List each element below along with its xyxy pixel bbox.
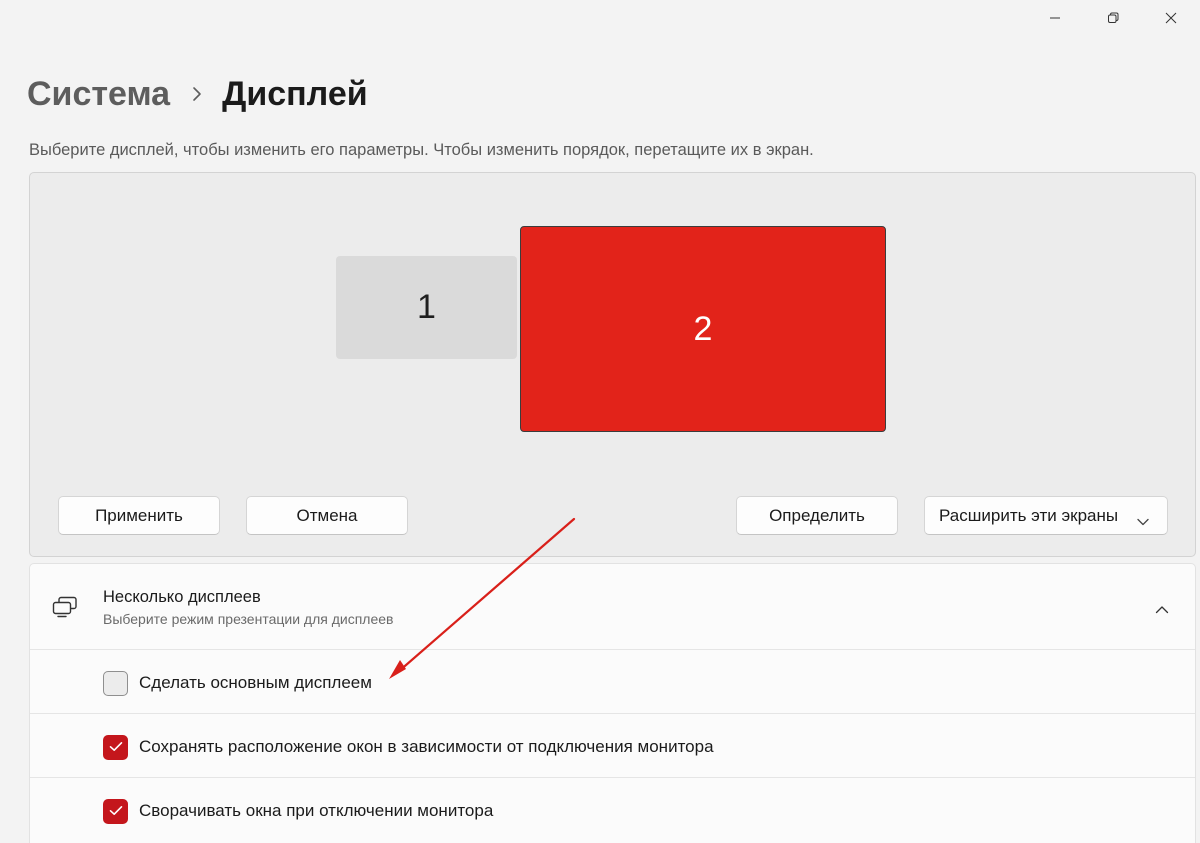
close-button[interactable]	[1142, 0, 1200, 36]
cancel-button[interactable]: Отмена	[246, 496, 408, 535]
monitor-1-label: 1	[417, 288, 436, 326]
minimize-icon	[1049, 12, 1061, 24]
minimize-button[interactable]	[1026, 0, 1084, 36]
checkmark-icon	[109, 803, 123, 821]
chevron-up-icon[interactable]	[1151, 598, 1173, 620]
monitors-icon	[52, 596, 78, 623]
breadcrumb: Система Дисплей	[27, 72, 368, 116]
multiple-displays-title: Несколько дисплеев	[103, 588, 261, 606]
checkmark-icon	[109, 739, 123, 757]
identify-button[interactable]: Определить	[736, 496, 898, 535]
make-primary-checkbox[interactable]	[103, 671, 128, 696]
chevron-right-icon	[192, 86, 202, 102]
remember-window-locations-checkbox[interactable]	[103, 735, 128, 760]
make-primary-label: Сделать основным дисплеем	[139, 673, 372, 692]
monitor-2[interactable]: 2	[520, 226, 886, 432]
arrangement-hint: Выберите дисплей, чтобы изменить его пар…	[29, 141, 814, 159]
chevron-down-icon	[1137, 511, 1149, 531]
breadcrumb-parent-link[interactable]: Система	[27, 75, 170, 114]
minimize-on-disconnect-label: Сворачивать окна при отключении монитора	[139, 801, 494, 820]
page-title: Дисплей	[222, 74, 368, 113]
display-arrangement-panel: 1 2 Применить Отмена Определить Расширит…	[29, 172, 1196, 557]
minimize-on-disconnect-checkbox[interactable]	[103, 799, 128, 824]
remember-window-locations-label: Сохранять расположение окон в зависимост…	[139, 737, 714, 756]
monitor-2-label: 2	[693, 309, 713, 348]
close-icon	[1165, 12, 1177, 24]
restore-icon	[1107, 12, 1119, 24]
display-mode-value: Расширить эти экраны	[939, 505, 1119, 525]
option-make-primary[interactable]: Сделать основным дисплеем	[30, 649, 1195, 713]
restore-button[interactable]	[1084, 0, 1142, 36]
option-minimize-on-disconnect[interactable]: Сворачивать окна при отключении монитора	[30, 777, 1195, 841]
window-controls	[1026, 0, 1200, 36]
option-remember-window-locations[interactable]: Сохранять расположение окон в зависимост…	[30, 713, 1195, 777]
apply-button[interactable]: Применить	[58, 496, 220, 535]
multiple-displays-card: Несколько дисплеев Выберите режим презен…	[29, 563, 1196, 843]
monitor-1[interactable]: 1	[336, 256, 517, 359]
display-mode-select[interactable]: Расширить эти экраны	[924, 496, 1168, 535]
multiple-displays-header[interactable]: Несколько дисплеев Выберите режим презен…	[30, 564, 1195, 649]
multiple-displays-subtitle: Выберите режим презентации для дисплеев	[103, 611, 394, 627]
